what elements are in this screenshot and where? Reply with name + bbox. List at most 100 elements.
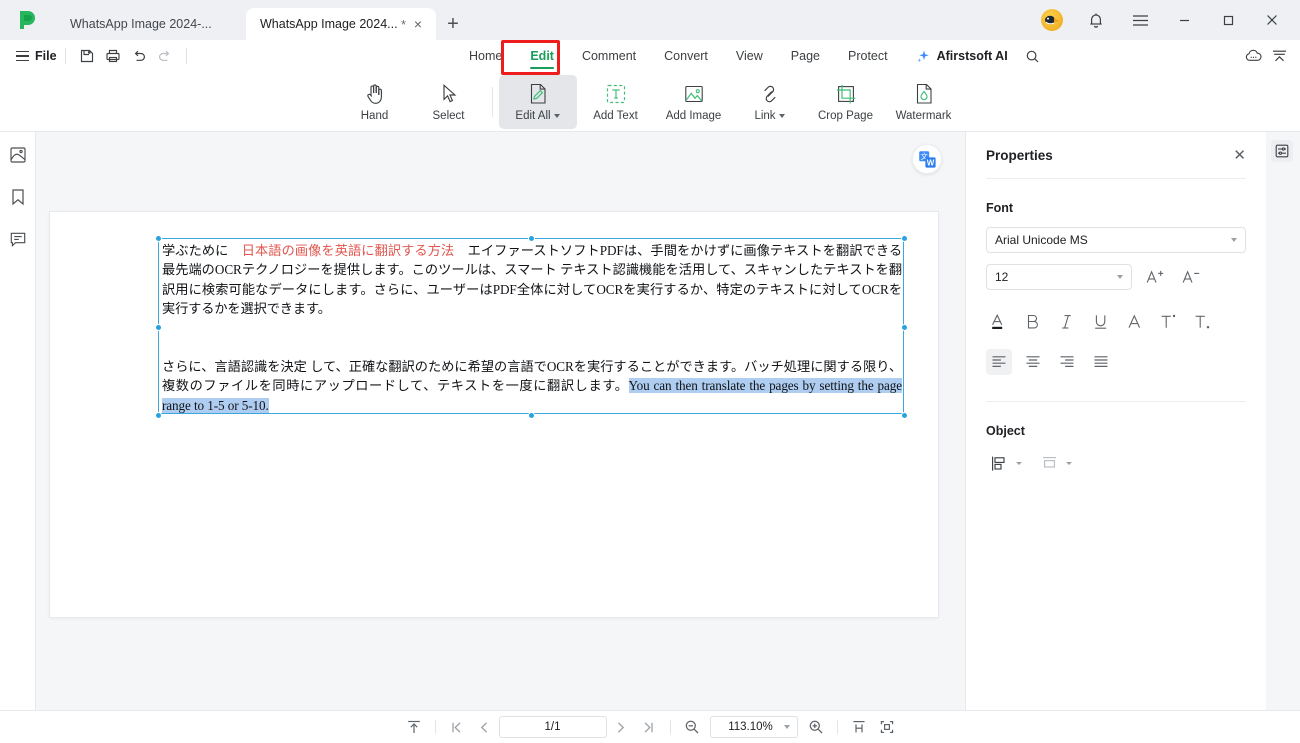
document-tab-1[interactable]: WhatsApp Image 2024-... xyxy=(56,8,246,40)
bold-icon[interactable] xyxy=(1020,309,1046,335)
align-center-icon[interactable] xyxy=(1020,349,1046,375)
divider xyxy=(185,48,187,64)
tab-page[interactable]: Page xyxy=(777,40,834,72)
decrease-font-size-icon[interactable] xyxy=(1178,264,1204,290)
tool-label: Add Image xyxy=(665,110,722,122)
align-objects-icon[interactable] xyxy=(986,450,1012,476)
font-size-select[interactable]: 12 xyxy=(986,264,1132,290)
document-paragraph-1[interactable]: 学ぶために 日本語の画像を英語に翻訳する方法 エイファーストソフトPDFは、手間… xyxy=(162,241,902,318)
minimize-button[interactable] xyxy=(1162,0,1206,40)
chevron-down-icon xyxy=(783,725,790,729)
resize-handle-middle-left[interactable] xyxy=(155,324,162,331)
chevron-down-icon[interactable] xyxy=(778,114,785,118)
font-family-select[interactable]: Arial Unicode MS xyxy=(986,227,1246,253)
add-image-button[interactable]: Add Image xyxy=(655,75,733,129)
watermark-button[interactable]: Watermark xyxy=(885,75,963,129)
undo-icon[interactable] xyxy=(126,43,152,69)
tab-convert[interactable]: Convert xyxy=(650,40,722,72)
edit-all-label: Edit All xyxy=(515,110,551,122)
resize-handle-middle-right[interactable] xyxy=(901,324,908,331)
bookmark-icon[interactable] xyxy=(5,184,31,210)
previous-page-icon[interactable] xyxy=(471,715,499,739)
maximize-button[interactable] xyxy=(1206,0,1250,40)
next-page-icon[interactable] xyxy=(607,715,635,739)
resize-handle-top-right[interactable] xyxy=(901,235,908,242)
avatar[interactable] xyxy=(1030,0,1074,40)
tab-title: WhatsApp Image 2024-... xyxy=(70,17,212,31)
align-right-icon[interactable] xyxy=(1054,349,1080,375)
strikethrough-icon[interactable] xyxy=(1122,309,1148,335)
main-menu-icon[interactable] xyxy=(1118,0,1162,40)
save-as-icon[interactable] xyxy=(74,43,100,69)
document-tab-2[interactable]: WhatsApp Image 2024... * × xyxy=(246,8,436,40)
tool-label: Select xyxy=(432,110,465,122)
translate-icon[interactable]: 文 W xyxy=(912,144,942,174)
close-icon[interactable]: × xyxy=(410,17,426,31)
tab-view[interactable]: View xyxy=(722,40,777,72)
close-button[interactable] xyxy=(1250,0,1294,40)
resize-handle-bottom-right[interactable] xyxy=(901,412,908,419)
page-thumbnail-icon[interactable] xyxy=(5,142,31,168)
panel-title: Properties xyxy=(986,147,1053,163)
last-page-icon[interactable] xyxy=(635,715,663,739)
chevron-down-icon[interactable] xyxy=(1016,461,1022,465)
superscript-icon[interactable] xyxy=(1156,309,1182,335)
chevron-down-icon[interactable] xyxy=(1066,461,1072,465)
close-icon[interactable]: ✕ xyxy=(1233,148,1246,163)
font-color-icon[interactable] xyxy=(986,309,1012,335)
notification-bell-icon[interactable] xyxy=(1074,0,1118,40)
comment-icon[interactable] xyxy=(5,226,31,252)
afirstsoft-ai-button[interactable]: Afirstsoft AI xyxy=(902,49,1018,64)
tab-comment[interactable]: Comment xyxy=(568,40,650,72)
text-align-row xyxy=(986,349,1246,375)
link-button[interactable]: Link xyxy=(733,75,807,129)
cloud-icon[interactable] xyxy=(1240,43,1266,69)
hand-tool-button[interactable]: Hand xyxy=(338,75,412,129)
italic-icon[interactable] xyxy=(1054,309,1080,335)
align-left-icon[interactable] xyxy=(986,349,1012,375)
redo-icon[interactable] xyxy=(152,43,178,69)
link-icon xyxy=(759,81,781,107)
edit-all-button[interactable]: Edit All xyxy=(498,74,577,129)
subscript-icon[interactable] xyxy=(1190,309,1216,335)
zoom-level-select[interactable]: 113.10% xyxy=(709,716,798,738)
zoom-in-icon[interactable] xyxy=(802,715,830,739)
first-page-icon[interactable] xyxy=(443,715,471,739)
resize-handle-top-left[interactable] xyxy=(155,235,162,242)
divider xyxy=(986,178,1246,179)
select-tool-button[interactable]: Select xyxy=(412,75,486,129)
add-text-button[interactable]: Add Text xyxy=(577,75,655,129)
fit-width-icon[interactable] xyxy=(845,715,873,739)
tab-protect[interactable]: Protect xyxy=(834,40,902,72)
hand-icon xyxy=(365,81,385,107)
avatar-image xyxy=(1041,9,1063,31)
tab-home[interactable]: Home xyxy=(455,40,516,72)
crop-page-button[interactable]: Crop Page xyxy=(807,75,885,129)
scroll-to-top-icon[interactable] xyxy=(400,715,428,739)
fit-page-icon[interactable] xyxy=(873,715,901,739)
print-icon[interactable] xyxy=(100,43,126,69)
search-icon[interactable] xyxy=(1018,40,1048,72)
underline-icon[interactable] xyxy=(1088,309,1114,335)
align-justify-icon[interactable] xyxy=(1088,349,1114,375)
chevron-down-icon[interactable] xyxy=(553,114,560,118)
new-tab-button[interactable]: + xyxy=(436,8,470,40)
font-family-value: Arial Unicode MS xyxy=(995,233,1088,247)
document-paragraph-2[interactable]: さらに、言語認識を決定 して、正確な翻訳のために希望の言語でOCRを実行すること… xyxy=(162,357,902,415)
file-menu-button[interactable]: File xyxy=(16,49,57,63)
pdf-page[interactable]: 学ぶために 日本語の画像を英語に翻訳する方法 エイファーストソフトPDFは、手間… xyxy=(50,212,938,617)
divider xyxy=(434,720,436,734)
properties-panel-toggle[interactable] xyxy=(1271,140,1293,162)
ribbon-tabs: Home Edit Comment Convert View Page Prot… xyxy=(455,40,1048,72)
zoom-out-icon[interactable] xyxy=(678,715,706,739)
page-number-input[interactable]: 1/1 xyxy=(498,716,607,738)
resize-handle-bottom-left[interactable] xyxy=(155,412,162,419)
document-viewer[interactable]: 文 W 学ぶために 日本語の画像を英語に翻訳する方法 エイファーストソフトPDF… xyxy=(36,132,965,710)
distribute-objects-icon[interactable] xyxy=(1036,450,1062,476)
red-highlighted-phrase: 日本語の画像を英語に翻訳する方法 xyxy=(241,243,455,258)
selected-text-block[interactable]: 学ぶために 日本語の画像を英語に翻訳する方法 エイファーストソフトPDFは、手間… xyxy=(155,235,908,419)
increase-font-size-icon[interactable] xyxy=(1142,264,1168,290)
tab-edit[interactable]: Edit xyxy=(516,40,568,72)
font-size-row: 12 xyxy=(986,264,1246,290)
collapse-ribbon-icon[interactable] xyxy=(1266,43,1292,69)
